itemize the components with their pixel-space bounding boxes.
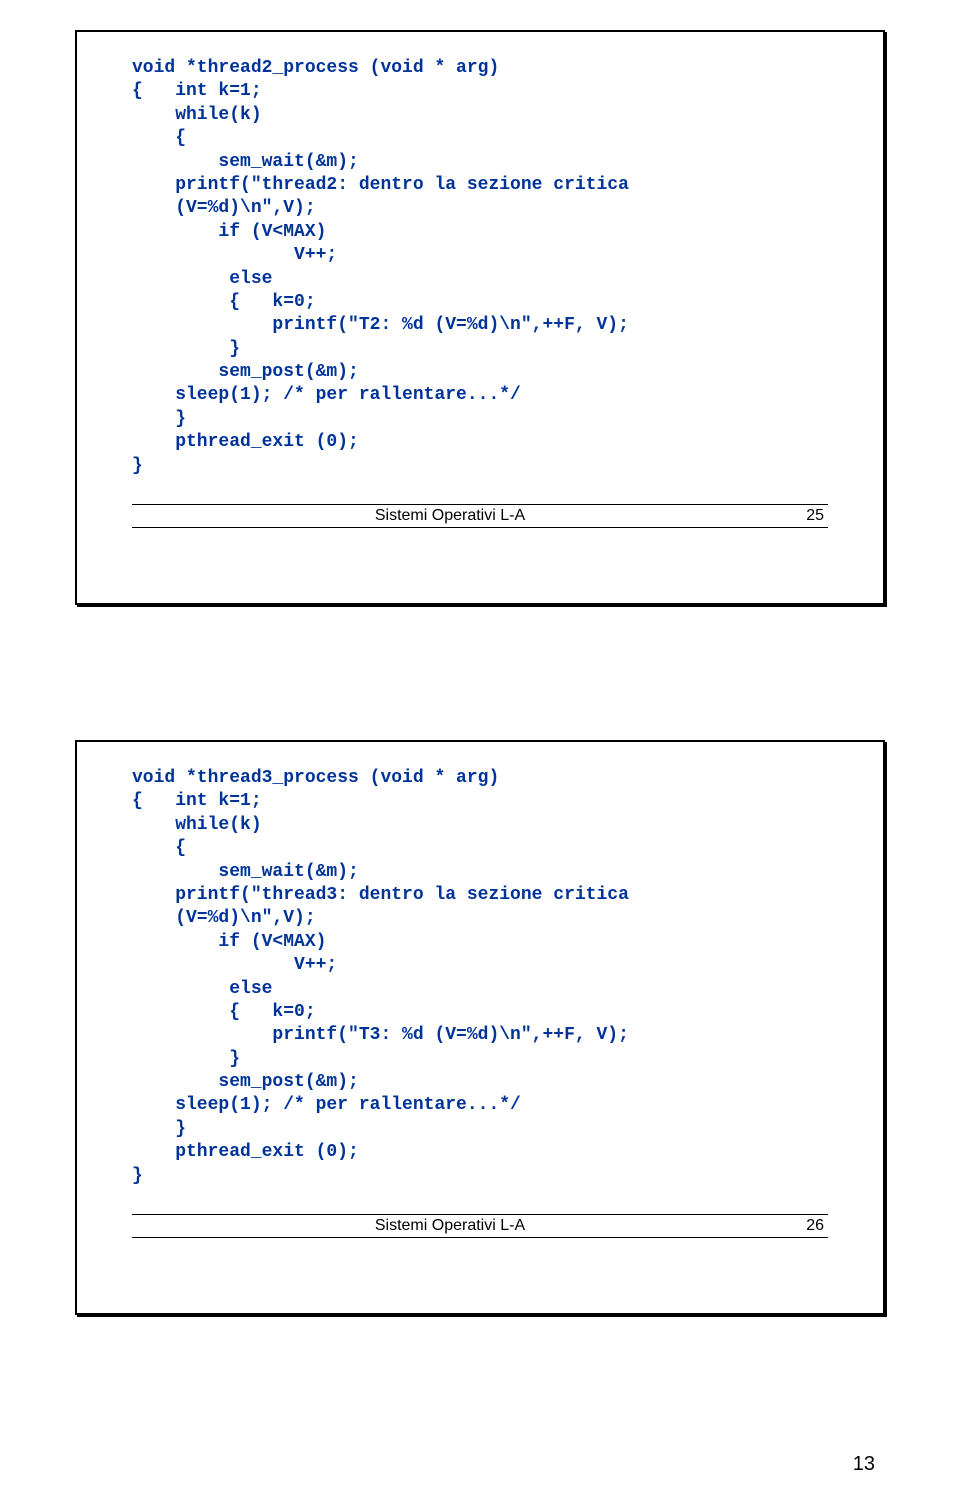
- footer-row: Sistemi Operativi L-A 26: [132, 1217, 828, 1235]
- slide-2: void *thread3_process (void * arg) { int…: [75, 740, 885, 1315]
- divider: [132, 504, 828, 505]
- slide-1-inner: void *thread2_process (void * arg) { int…: [132, 57, 828, 558]
- code-block-2: void *thread3_process (void * arg) { int…: [132, 767, 828, 1188]
- footer-row: Sistemi Operativi L-A 25: [132, 507, 828, 525]
- page-container: void *thread2_process (void * arg) { int…: [0, 0, 960, 1506]
- divider: [132, 1237, 828, 1238]
- slide-1-footer: Sistemi Operativi L-A 25: [132, 498, 828, 528]
- divider: [132, 527, 828, 528]
- footer-label: Sistemi Operativi L-A: [136, 1217, 764, 1235]
- page-number: 13: [853, 1453, 875, 1476]
- slide-2-inner: void *thread3_process (void * arg) { int…: [132, 767, 828, 1268]
- slide-1: void *thread2_process (void * arg) { int…: [75, 30, 885, 605]
- footer-label: Sistemi Operativi L-A: [136, 507, 764, 525]
- code-block-1: void *thread2_process (void * arg) { int…: [132, 57, 828, 478]
- slide-number: 25: [764, 507, 824, 525]
- slide-number: 26: [764, 1217, 824, 1235]
- slide-2-footer: Sistemi Operativi L-A 26: [132, 1208, 828, 1238]
- divider: [132, 1214, 828, 1215]
